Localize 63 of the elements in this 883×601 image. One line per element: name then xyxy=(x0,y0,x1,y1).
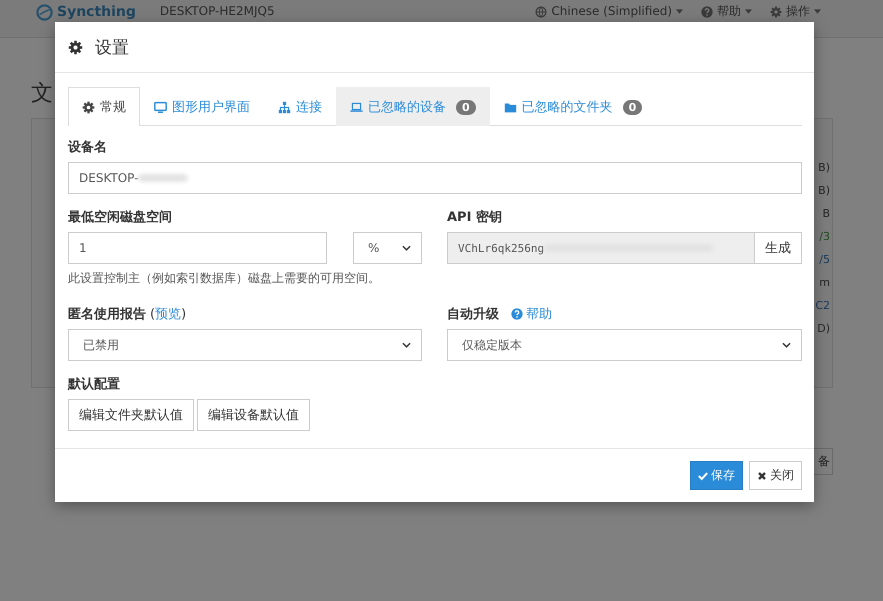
nav-menu[interactable]: 帮助 xyxy=(717,4,741,19)
settings-tab[interactable]: 连接 xyxy=(264,87,336,126)
field-label: 匿名使用报告 xyxy=(68,306,146,323)
settings-tab[interactable]: 已忽略的设备 0 xyxy=(336,87,490,126)
field-label: 自动升级 xyxy=(447,306,499,323)
edit-defaults-button[interactable]: 编辑文件夹默认值 xyxy=(68,399,194,431)
chevron-icon xyxy=(402,342,411,348)
help-icon xyxy=(511,308,523,320)
panel-text: D) xyxy=(817,321,830,337)
help-text: 此设置控制主（例如索引数据库）磁盘上需要的可用空间。 xyxy=(68,270,381,287)
panel-text: B) xyxy=(818,183,830,199)
help-link[interactable]: 帮助 xyxy=(511,305,552,323)
preview-link[interactable]: 预览 xyxy=(155,307,182,322)
device-name-field[interactable]: DESKTOP- xyxy=(68,162,802,194)
brand-name: Syncthing xyxy=(57,5,136,20)
generate-button[interactable]: 生成 xyxy=(755,232,802,264)
dialog-title: 设置 xyxy=(95,36,129,58)
settings-tab[interactable]: 已忽略的文件夹 0 xyxy=(490,87,656,126)
nav-menu[interactable]: Chinese (Simplified) xyxy=(551,4,672,19)
field-label: 最低空闲磁盘空间 xyxy=(68,208,173,226)
panel-text: /3 xyxy=(819,229,830,245)
settings-icon xyxy=(68,40,83,54)
sitemap-icon xyxy=(278,100,291,114)
panel-text: m xyxy=(819,275,830,291)
device-name: DESKTOP-HE2MJQ5 xyxy=(160,4,275,19)
nav-menu[interactable]: 操作 xyxy=(786,4,810,19)
settings-tab[interactable]: 图形用户界面 xyxy=(140,87,264,126)
field-label: API 密钥 xyxy=(447,208,503,226)
panel-text: B) xyxy=(818,160,830,176)
settings-icon xyxy=(82,100,95,114)
panel-text: /5 xyxy=(819,252,830,268)
check-icon xyxy=(698,470,708,480)
field-label: 默认配置 xyxy=(68,376,121,393)
monitor-icon xyxy=(154,100,167,114)
field-label: 设备名 xyxy=(68,139,108,156)
count-badge: 0 xyxy=(456,100,476,114)
unit-select[interactable]: % xyxy=(353,232,422,264)
api-key-field[interactable]: VChLr6qk256ng xyxy=(447,232,755,264)
min-disk-space-field[interactable]: 1 xyxy=(68,232,327,264)
chevron-icon xyxy=(782,342,791,348)
settings-icon xyxy=(770,6,782,18)
panel-text: B xyxy=(822,206,830,222)
usage-report-select[interactable]: 已禁用 xyxy=(68,329,422,361)
folder-icon xyxy=(504,100,517,114)
bracket: ( xyxy=(150,307,156,322)
logo-icon xyxy=(36,4,53,21)
panel-text: C2 xyxy=(815,298,830,314)
chevron-icon xyxy=(402,245,411,251)
caret-icon xyxy=(814,9,821,14)
count-badge: 0 xyxy=(622,100,642,114)
auto-upgrade-select[interactable]: 仅稳定版本 xyxy=(447,329,802,361)
caret-icon xyxy=(676,9,683,14)
globe-icon xyxy=(535,6,548,18)
caret-icon xyxy=(745,9,752,14)
section-heading: 文 xyxy=(31,82,54,106)
help-icon xyxy=(701,6,713,18)
close-icon xyxy=(757,470,767,480)
save-button[interactable]: 保存 xyxy=(690,461,743,490)
edit-defaults-button[interactable]: 编辑设备默认值 xyxy=(197,399,310,431)
bracket: ) xyxy=(181,307,186,322)
close-button[interactable]: 关闭 xyxy=(749,461,802,490)
settings-tab[interactable]: 常规 xyxy=(68,87,140,126)
laptop-icon xyxy=(350,100,363,114)
